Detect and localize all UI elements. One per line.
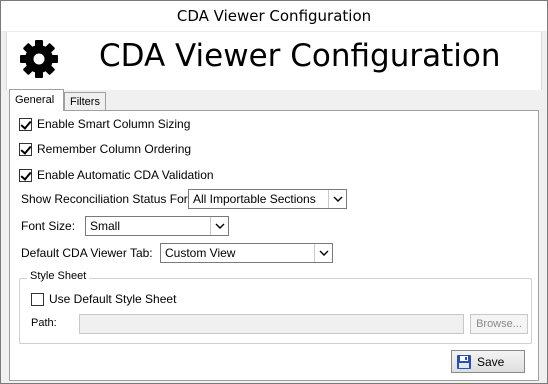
path-input[interactable] — [79, 314, 464, 334]
chevron-down-icon[interactable] — [210, 217, 228, 235]
header-banner: CDA Viewer Configuration — [6, 32, 542, 90]
gear-icon — [18, 38, 60, 80]
smart-column-sizing-checkbox[interactable] — [19, 117, 32, 131]
reconciliation-select[interactable]: All Importable Sections — [188, 189, 347, 209]
default-tab-select[interactable]: Custom View — [160, 243, 333, 263]
automatic-validation-label: Enable Automatic CDA Validation — [37, 168, 214, 182]
default-tab-label: Default CDA Viewer Tab: — [21, 246, 153, 260]
smart-column-sizing-label: Enable Smart Column Sizing — [37, 117, 191, 131]
smart-column-sizing-option[interactable]: Enable Smart Column Sizing — [19, 117, 190, 131]
browse-button[interactable]: Browse... — [470, 314, 528, 334]
style-sheet-legend: Style Sheet — [27, 270, 90, 282]
automatic-validation-checkbox[interactable] — [19, 168, 32, 182]
font-size-value: Small — [90, 219, 121, 233]
reconciliation-label: Show Reconciliation Status For: — [21, 192, 192, 206]
use-default-style-sheet-option[interactable]: Use Default Style Sheet — [31, 292, 176, 306]
remember-column-ordering-label: Remember Column Ordering — [37, 142, 192, 156]
config-window: CDA Viewer Configuration CDA Viewer Conf… — [0, 0, 548, 384]
general-tab-panel: Enable Smart Column Sizing Remember Colu… — [9, 110, 539, 381]
font-size-select[interactable]: Small — [85, 216, 229, 236]
page-title: CDA Viewer Configuration — [99, 38, 501, 74]
floppy-disk-icon — [456, 354, 472, 370]
default-tab-value: Custom View — [165, 246, 236, 260]
font-size-row: Font Size: — [21, 219, 75, 233]
tab-filters[interactable]: Filters — [64, 92, 106, 111]
reconciliation-value: All Importable Sections — [193, 192, 316, 206]
remember-column-ordering-option[interactable]: Remember Column Ordering — [19, 142, 191, 156]
save-label: Save — [477, 354, 505, 369]
font-size-label: Font Size: — [21, 219, 76, 233]
use-default-style-sheet-label: Use Default Style Sheet — [49, 292, 177, 306]
default-tab-row: Default CDA Viewer Tab: — [21, 246, 153, 260]
tab-strip: General Filters — [9, 89, 539, 111]
window-title: CDA Viewer Configuration — [1, 1, 547, 32]
chevron-down-icon[interactable] — [328, 190, 346, 208]
path-label: Path: — [31, 317, 57, 329]
use-default-style-sheet-checkbox[interactable] — [31, 292, 44, 306]
chevron-down-icon[interactable] — [314, 244, 332, 262]
path-row: Path: — [31, 317, 57, 329]
style-sheet-group: Style Sheet Use Default Style Sheet Path… — [19, 270, 532, 344]
save-button[interactable]: Save — [451, 350, 525, 373]
automatic-validation-option[interactable]: Enable Automatic CDA Validation — [19, 168, 214, 182]
reconciliation-row: Show Reconciliation Status For: — [21, 192, 191, 206]
remember-column-ordering-checkbox[interactable] — [19, 142, 32, 156]
tab-general[interactable]: General — [9, 89, 64, 111]
